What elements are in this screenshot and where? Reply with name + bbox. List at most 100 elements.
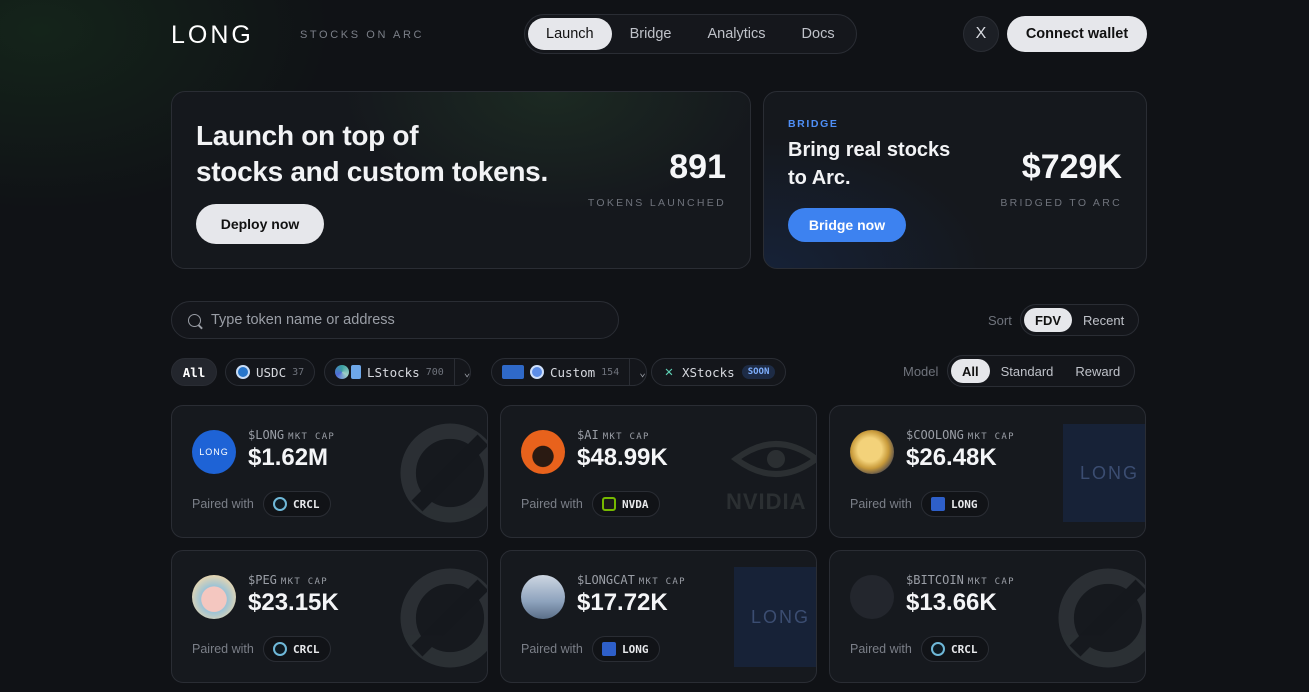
token-ticker: $COOLONG MKT CAP (906, 428, 1015, 442)
coolong-avatar (850, 430, 894, 474)
nav-launch[interactable]: Launch (528, 18, 612, 50)
token-search[interactable] (171, 301, 619, 339)
mkt-cap-label: MKT CAP (280, 577, 328, 587)
nav-analytics[interactable]: Analytics (690, 18, 784, 50)
token-ticker: $PEG MKT CAP (248, 573, 328, 587)
token-ticker: $BITCOIN MKT CAP (906, 573, 1015, 587)
pair-chip: NVDA (592, 491, 660, 517)
crcl-icon (273, 497, 287, 511)
pair-name: LONG (622, 642, 649, 656)
soon-badge: SOON (741, 365, 776, 379)
filter-all[interactable]: All (171, 358, 217, 386)
sort-fdv[interactable]: FDV (1024, 308, 1072, 332)
pair-name: NVDA (622, 497, 649, 511)
ai-avatar (521, 430, 565, 474)
lstocks-eth-icon (351, 365, 361, 379)
avatar-logo-text: LONG (199, 447, 229, 457)
custom-coin-icon (530, 365, 544, 379)
tagline: STOCKS ON ARC (300, 29, 425, 41)
nvidia-watermark-text: NVIDIA (726, 489, 807, 514)
mkt-cap-label: MKT CAP (288, 432, 336, 442)
filter-usdc[interactable]: USDC 37 (225, 358, 316, 386)
token-card[interactable]: LONG $COOLONG MKT CAP $26.48K Paired with… (829, 405, 1146, 538)
model-toggle: All Standard Reward (947, 355, 1136, 387)
long-watermark: LONG (734, 567, 816, 667)
filter-usdc-label: USDC (256, 364, 287, 380)
market-cap-value: $13.66K (906, 589, 997, 616)
paired-with-label: Paired with (192, 642, 254, 656)
pair-chip: CRCL (263, 491, 331, 517)
ticker-text: $PEG (248, 573, 277, 587)
crcl-watermark-icon (400, 568, 487, 668)
xstocks-icon: ✕ (664, 364, 674, 380)
lstocks-chevron-down-icon[interactable]: ⌄ (453, 358, 470, 386)
token-card[interactable]: NVIDIA $AI MKT CAP $48.99K Paired with NV… (500, 405, 817, 538)
long-watermark-text: LONG (1079, 462, 1139, 483)
bridged-value: $729K (1021, 148, 1122, 186)
token-ticker: $LONGCAT MKT CAP (577, 573, 686, 587)
crcl-icon (931, 642, 945, 656)
paired-with-label: Paired with (192, 497, 254, 511)
nvidia-watermark: NVIDIA (726, 434, 816, 514)
token-ticker: $AI MKT CAP (577, 428, 650, 442)
token-ticker: $LONG MKT CAP (248, 428, 335, 442)
model-standard[interactable]: Standard (990, 359, 1065, 383)
bridged-label: BRIDGED TO ARC (1000, 197, 1122, 209)
token-card[interactable]: LONG $LONGCAT MKT CAP $17.72K Paired with… (500, 550, 817, 683)
paired-with-label: Paired with (521, 642, 583, 656)
token-card[interactable]: $PEG MKT CAP $23.15K Paired with CRCL (171, 550, 488, 683)
long-watermark-text: LONG (750, 606, 810, 627)
market-cap-value: $48.99K (577, 444, 668, 471)
filter-xstocks[interactable]: ✕ XStocks SOON (651, 358, 787, 386)
filter-lstocks-label: LStocks (367, 364, 420, 380)
mkt-cap-label: MKT CAP (967, 432, 1015, 442)
model-all[interactable]: All (951, 359, 990, 383)
mkt-cap-label: MKT CAP (638, 577, 686, 587)
paired-with-label: Paired with (521, 497, 583, 511)
filter-custom[interactable]: Custom 154 ⌄ (491, 358, 647, 386)
bitcoin-avatar-placeholder (850, 575, 894, 619)
search-input[interactable] (211, 312, 591, 328)
sort-recent[interactable]: Recent (1072, 308, 1135, 332)
connect-wallet-button[interactable]: Connect wallet (1007, 16, 1147, 52)
filter-custom-label: Custom (550, 364, 596, 380)
logo-text: LONG (171, 20, 254, 49)
main-nav: Launch Bridge Analytics Docs (524, 14, 857, 54)
pair-chip: LONG (921, 491, 989, 517)
x-social-button[interactable]: X (963, 16, 999, 52)
pair-name: CRCL (293, 497, 320, 511)
bridge-tag: BRIDGE (788, 118, 839, 130)
brand-logo[interactable]: LONG (171, 20, 254, 50)
deploy-now-button[interactable]: Deploy now (196, 204, 324, 244)
crcl-watermark-icon (1058, 568, 1145, 668)
custom-token-icon (502, 365, 524, 379)
token-card[interactable]: $BITCOIN MKT CAP $13.66K Paired with CRCL (829, 550, 1146, 683)
launch-hero-title: Launch on top of stocks and custom token… (196, 118, 548, 190)
model-label: Model (903, 364, 939, 379)
long-avatar: LONG (192, 430, 236, 474)
long-pair-icon (931, 497, 945, 511)
bridge-now-button[interactable]: Bridge now (788, 208, 906, 242)
nav-bridge[interactable]: Bridge (612, 18, 690, 50)
ticker-text: $BITCOIN (906, 573, 964, 587)
custom-chevron-down-icon[interactable]: ⌄ (629, 358, 646, 386)
filter-xstocks-label: XStocks (682, 364, 735, 380)
bridge-hero-card: BRIDGE Bring real stocks to Arc. Bridge … (763, 91, 1147, 269)
peg-avatar (192, 575, 236, 619)
pair-name: CRCL (951, 642, 978, 656)
pair-chip: CRCL (263, 636, 331, 662)
tokens-launched-value: 891 (669, 148, 726, 186)
crcl-watermark-icon (400, 423, 487, 523)
crcl-icon (273, 642, 287, 656)
nvidia-eye-icon (730, 441, 816, 477)
token-card[interactable]: LONG $LONG MKT CAP $1.62M Paired with CRC… (171, 405, 488, 538)
nav-docs[interactable]: Docs (784, 18, 853, 50)
launch-hero-card: Launch on top of stocks and custom token… (171, 91, 751, 269)
paired-with-label: Paired with (850, 497, 912, 511)
ticker-text: $AI (577, 428, 599, 442)
pair-chip: CRCL (921, 636, 989, 662)
filter-lstocks[interactable]: LStocks 700 ⌄ (324, 358, 472, 386)
market-cap-value: $26.48K (906, 444, 997, 471)
model-reward[interactable]: Reward (1064, 359, 1131, 383)
filter-lstocks-count: 700 (425, 366, 444, 378)
